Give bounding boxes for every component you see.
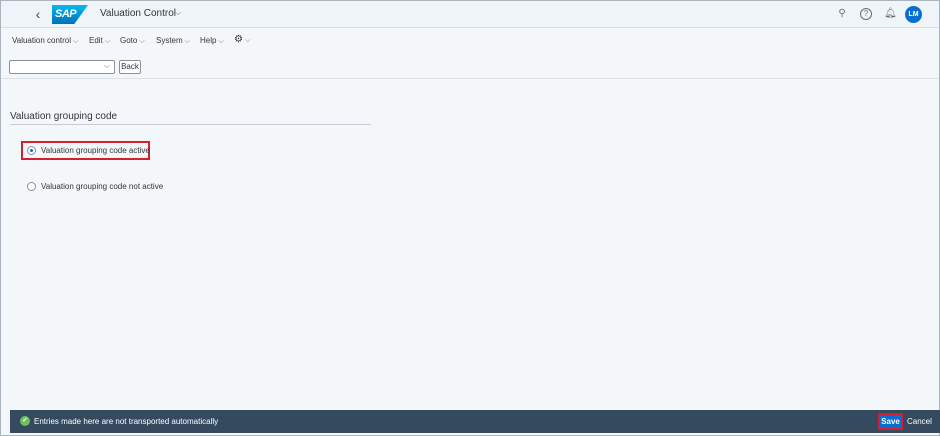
app-window: ‹ SAP Valuation Control ⌵ ⚲ ? 🔔︎ LM Valu… (0, 0, 940, 436)
shell-bar: ‹ SAP Valuation Control ⌵ ⚲ ? 🔔︎ LM (1, 1, 939, 28)
command-field[interactable]: ⌵ (9, 60, 115, 74)
success-check-icon[interactable]: ✓ (20, 416, 30, 426)
footer-bar: ✓ Entries made here are not transported … (10, 410, 940, 433)
status-message[interactable]: Entries made here are not transported au… (34, 417, 218, 426)
radio-button[interactable] (27, 182, 36, 191)
cancel-button[interactable]: Cancel (907, 417, 932, 426)
section-title: Valuation grouping code (10, 111, 118, 122)
chevron-down-icon: ⌵ (244, 37, 251, 44)
avatar[interactable]: LM (905, 6, 922, 23)
back-arrow-icon[interactable]: ‹ (31, 7, 45, 21)
menu-valuation-control[interactable]: Valuation control ⌵ (12, 36, 78, 46)
menu-settings[interactable]: ⚙ ⌵ (234, 34, 250, 45)
chevron-down-icon: ⌵ (139, 38, 145, 45)
menu-label: Help (200, 36, 217, 45)
toolbar: ⌵ Back (1, 54, 939, 79)
search-icon[interactable]: ⚲ (836, 8, 848, 20)
sap-logo[interactable]: SAP (52, 5, 88, 24)
bell-icon[interactable]: 🔔︎ (884, 8, 897, 20)
menu-label: Edit (89, 36, 103, 45)
section-divider (10, 124, 371, 125)
menu-goto[interactable]: Goto ⌵ (120, 36, 145, 46)
chevron-down-icon: ⌵ (184, 38, 190, 45)
menu-label: Valuation control (12, 36, 71, 45)
radio-button-selected[interactable] (27, 146, 36, 155)
chevron-down-icon: ⌵ (73, 38, 79, 45)
chevron-down-icon[interactable]: ⌵ (175, 8, 181, 18)
gear-icon: ⚙ (234, 34, 243, 45)
chevron-down-icon: ⌵ (218, 38, 224, 45)
help-icon[interactable]: ? (860, 8, 872, 20)
menu-label: Goto (120, 36, 138, 45)
menu-system[interactable]: System ⌵ (156, 36, 190, 46)
radio-label: Valuation grouping code active (41, 146, 150, 155)
menu-bar: Valuation control ⌵ Edit ⌵ Goto ⌵ System ⌵ H… (1, 28, 939, 54)
app-title[interactable]: Valuation Control (100, 8, 176, 19)
chevron-down-icon: ⌵ (104, 38, 111, 45)
menu-edit[interactable]: Edit ⌵ (89, 36, 110, 46)
menu-label: System (156, 36, 183, 45)
menu-help[interactable]: Help ⌵ (200, 36, 224, 46)
back-button[interactable]: Back (119, 60, 141, 74)
save-button[interactable]: Save (878, 413, 903, 430)
chevron-down-icon[interactable]: ⌵ (104, 61, 110, 71)
radio-label: Valuation grouping code not active (41, 182, 164, 191)
